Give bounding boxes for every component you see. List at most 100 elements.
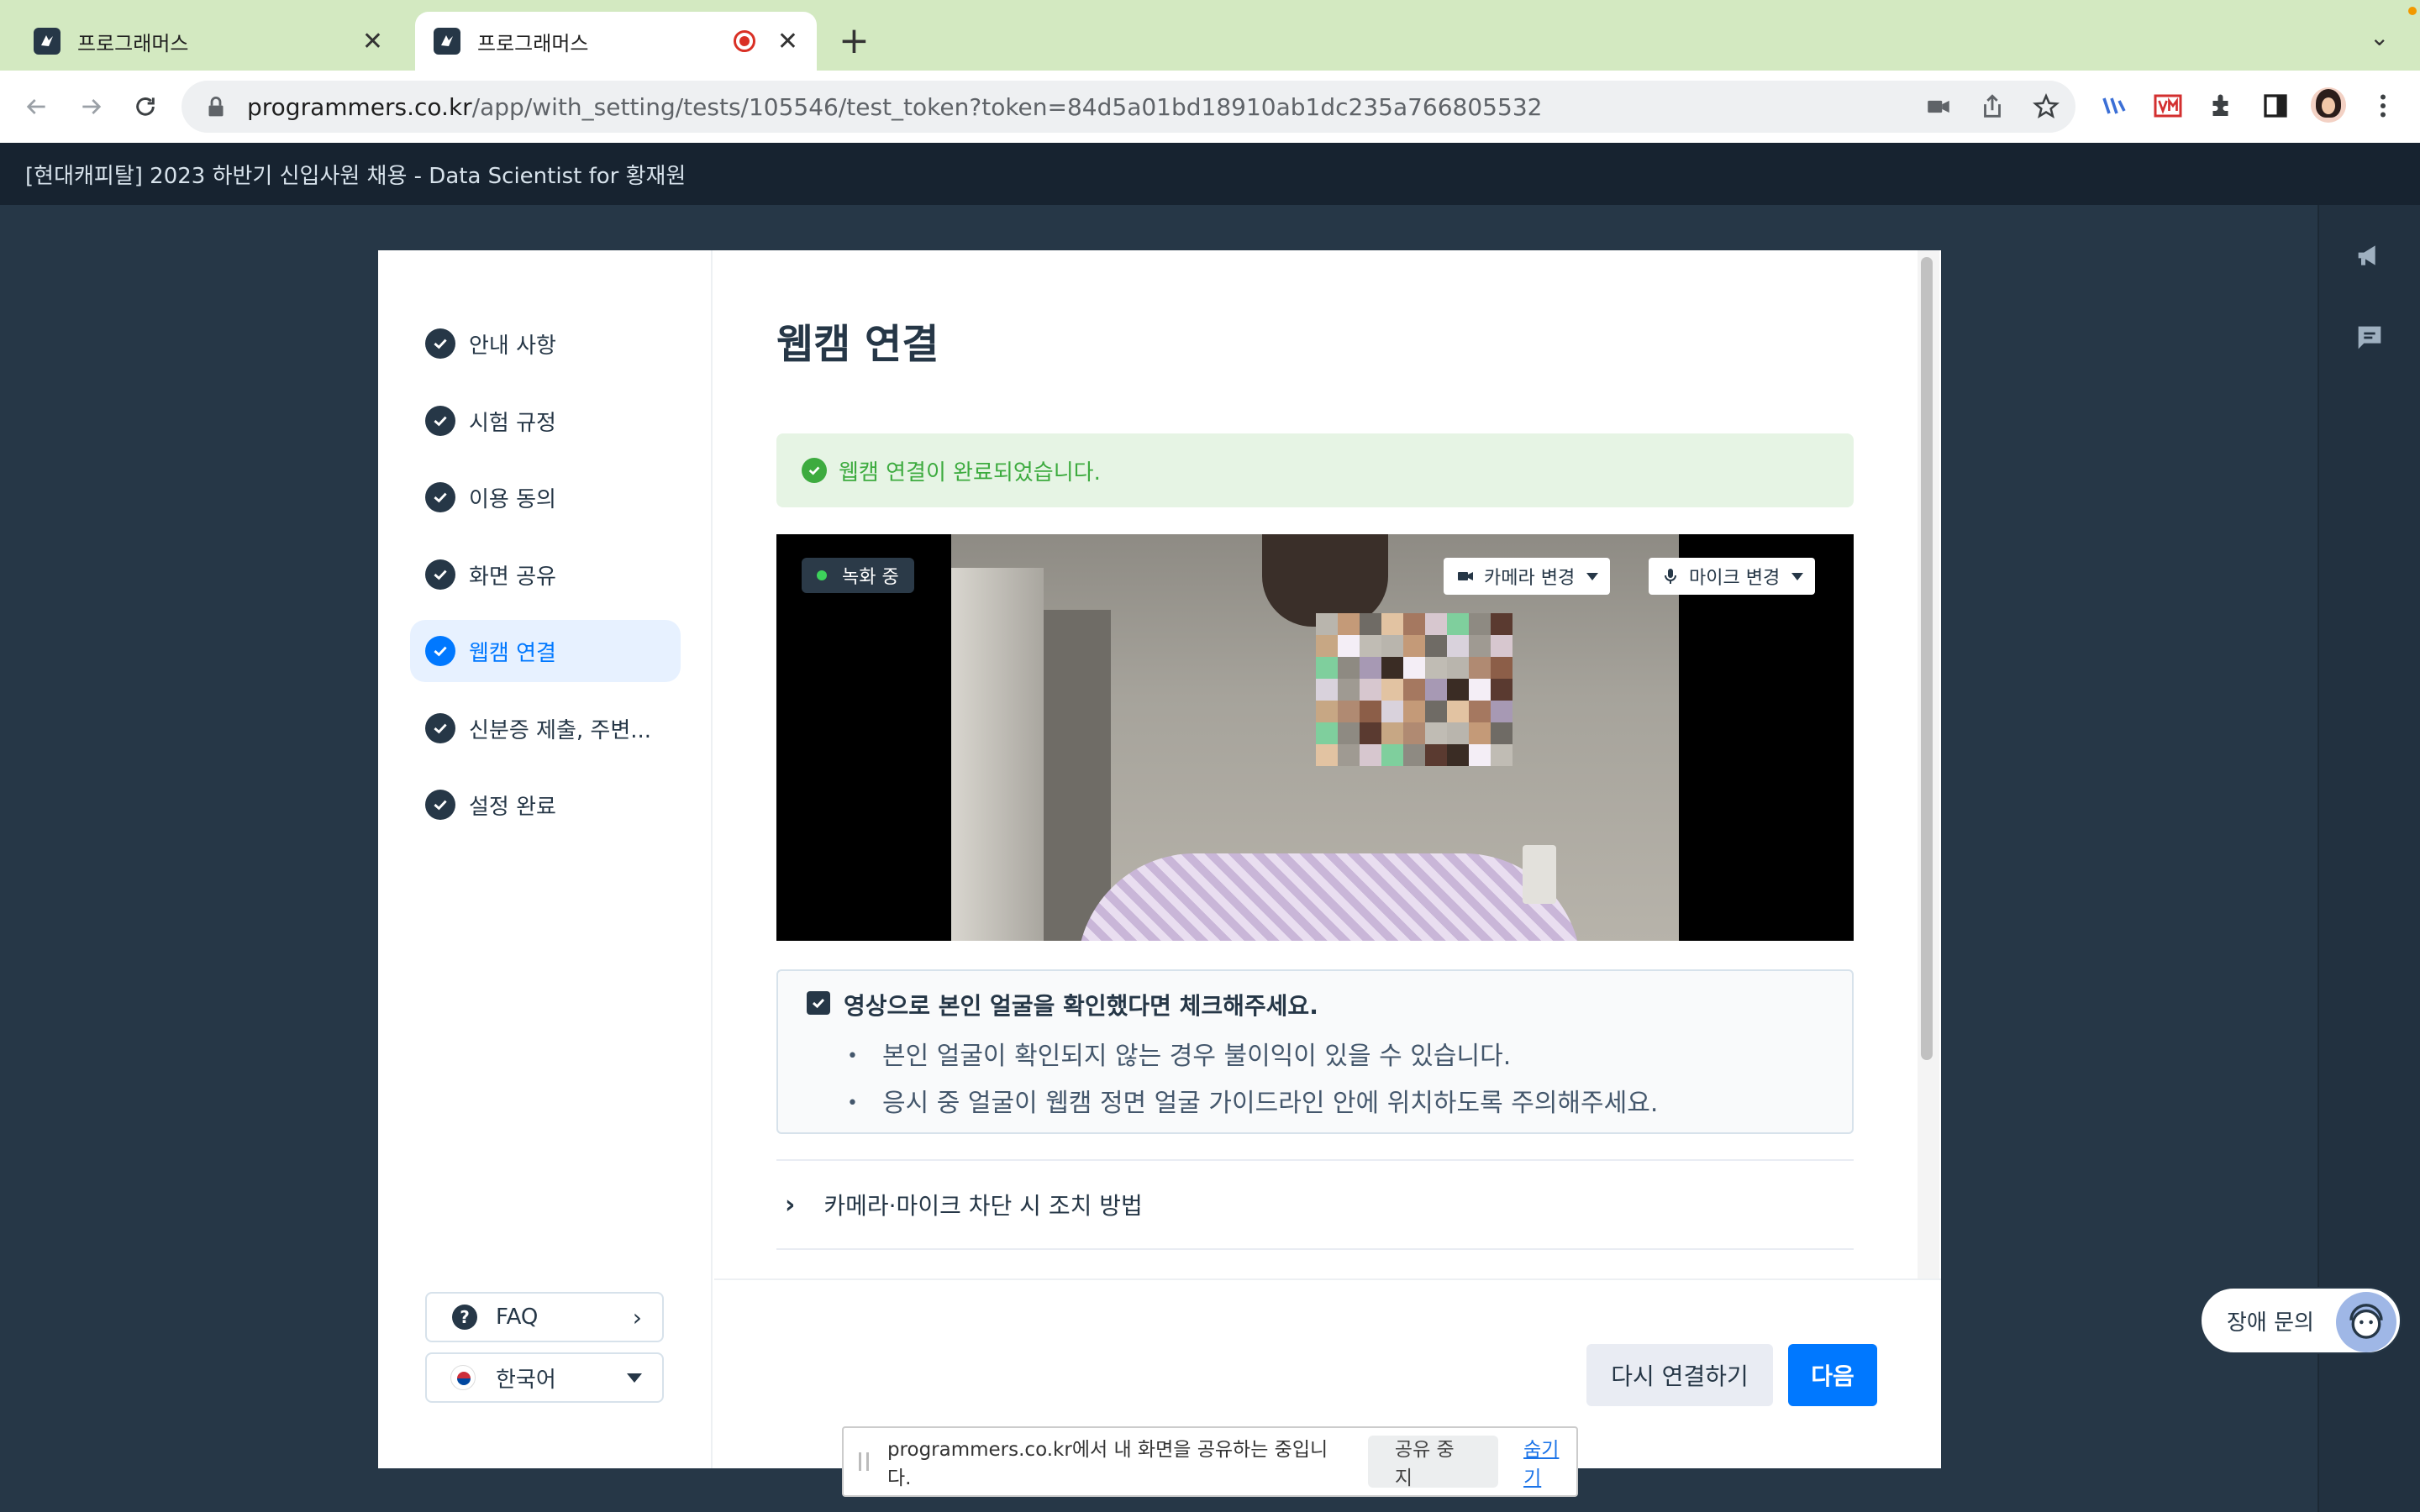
mosaic-cell: [1469, 635, 1491, 657]
reload-button[interactable]: [126, 87, 165, 126]
mosaic-cell: [1469, 613, 1491, 635]
mosaic-cell: [1316, 657, 1338, 679]
step-label: 시험 규정: [469, 410, 556, 436]
mic-change-label: 마이크 변경: [1689, 568, 1781, 589]
mosaic-cell: [1403, 744, 1425, 766]
bookmark-star-icon[interactable]: [2032, 92, 2060, 121]
mosaic-cell: [1360, 679, 1381, 701]
step-label: 안내 사항: [469, 333, 556, 359]
blocked-device-help-accordion[interactable]: › 카메라·마이크 차단 시 조치 방법: [776, 1159, 1854, 1250]
step-setup-complete[interactable]: 설정 완료: [410, 774, 681, 836]
stop-sharing-button[interactable]: 공유 중지: [1367, 1436, 1499, 1489]
programmers-favicon-icon: [34, 28, 60, 55]
mosaic-cell: [1338, 679, 1360, 701]
update-dot: [2408, 7, 2417, 15]
mosaic-cell: [1447, 657, 1469, 679]
mosaic-cell: [1338, 635, 1360, 657]
reconnect-button[interactable]: 다시 연결하기: [1586, 1344, 1773, 1406]
check-circle-icon: [425, 482, 455, 512]
side-panel-icon[interactable]: [2259, 89, 2292, 123]
camera-in-use-icon[interactable]: [1924, 92, 1953, 121]
step-screen-share[interactable]: 화면 공유: [410, 543, 681, 606]
extensions-puzzle-icon[interactable]: [2205, 89, 2238, 123]
check-circle-icon: [425, 559, 455, 590]
mosaic-cell: [1403, 635, 1425, 657]
close-tab-icon[interactable]: ✕: [362, 27, 383, 56]
lock-icon[interactable]: [202, 92, 230, 121]
forward-button[interactable]: [72, 87, 111, 126]
camera-change-button[interactable]: 카메라 변경: [1444, 558, 1611, 595]
address-bar[interactable]: programmers.co.kr/app/with_setting/tests…: [182, 81, 2075, 133]
mosaic-cell: [1425, 613, 1447, 635]
mic-change-button[interactable]: 마이크 변경: [1649, 558, 1816, 595]
step-label: 신분증 제출, 주변...: [469, 717, 652, 743]
url-text: programmers.co.kr/app/with_setting/tests…: [247, 93, 1542, 121]
setup-modal: 안내 사항 시험 규정 이용 동의 화면 공유 웹캠 연결 신분증 제출, 주변…: [378, 250, 1941, 1468]
recording-label: 녹화 중: [842, 567, 899, 588]
back-button[interactable]: [17, 87, 55, 126]
announcement-megaphone-icon[interactable]: [2353, 239, 2386, 272]
step-label: 설정 완료: [469, 794, 556, 820]
close-tab-icon[interactable]: ✕: [777, 27, 798, 56]
step-consent[interactable]: 이용 동의: [410, 466, 681, 528]
mosaic-cell: [1425, 657, 1447, 679]
mosaic-cell: [1469, 744, 1491, 766]
content-scrollbar[interactable]: [1921, 257, 1933, 1060]
browser-tab-active[interactable]: 프로그래머스 ✕: [415, 12, 817, 71]
language-select[interactable]: 한국어: [425, 1352, 664, 1403]
mosaic-cell: [1360, 635, 1381, 657]
step-notice[interactable]: 안내 사항: [410, 312, 681, 375]
mosaic-cell: [1469, 701, 1491, 722]
face-confirm-heading: 영상으로 본인 얼굴을 확인했다면 체크해주세요.: [844, 992, 1318, 1020]
support-mascot-icon: [2336, 1292, 2396, 1352]
help-label: 장애 문의: [2227, 1310, 2314, 1336]
mosaic-cell: [1403, 657, 1425, 679]
mosaic-cell: [1491, 744, 1512, 766]
next-button[interactable]: 다음: [1788, 1344, 1877, 1406]
mosaic-cell: [1425, 701, 1447, 722]
browser-tab-strip: 프로그래머스 ✕ 프로그래머스 ✕ + ⌄: [0, 0, 2420, 71]
chevron-right-icon: ›: [632, 1303, 642, 1331]
browser-tab[interactable]: 프로그래머스 ✕: [15, 12, 402, 71]
mosaic-cell: [1403, 722, 1425, 744]
back-arrow-icon: [26, 99, 45, 114]
face-confirm-checkbox[interactable]: [807, 991, 830, 1015]
faq-button[interactable]: ? FAQ ›: [425, 1292, 664, 1342]
mosaic-cell: [1338, 657, 1360, 679]
mosaic-cell: [1491, 679, 1512, 701]
mosaic-cell: [1403, 701, 1425, 722]
mosaic-cell: [1381, 744, 1403, 766]
mosaic-cell: [1491, 635, 1512, 657]
tab-title: 프로그래머스: [477, 31, 589, 55]
mosaic-cell: [1360, 613, 1381, 635]
step-id-submit[interactable]: 신분증 제출, 주변...: [410, 697, 681, 759]
check-circle-icon: [425, 713, 455, 743]
help-chat-button[interactable]: 장애 문의: [2200, 1287, 2402, 1354]
vm-extension-icon[interactable]: [2151, 89, 2185, 123]
mosaic-cell: [1316, 635, 1338, 657]
list-item: 본인 얼굴이 확인되지 않는 경우 불이익이 있을 수 있습니다.: [847, 1033, 1658, 1080]
question-circle-icon: ?: [452, 1305, 477, 1330]
chat-message-icon[interactable]: [2353, 321, 2386, 354]
mosaic-cell: [1316, 744, 1338, 766]
share-icon[interactable]: [1978, 92, 2007, 121]
browser-menu-icon[interactable]: [2366, 89, 2400, 123]
share-message: programmers.co.kr에서 내 화면을 공유하는 중입니다.: [886, 1439, 1328, 1489]
step-webcam[interactable]: 웹캠 연결: [410, 620, 681, 682]
profile-avatar[interactable]: [2311, 87, 2346, 123]
mosaic-cell: [1338, 722, 1360, 744]
hide-share-bar-link[interactable]: 숨기기: [1523, 1433, 1576, 1490]
recording-dot-icon: [817, 570, 827, 580]
step-exam-rules[interactable]: 시험 규정: [410, 390, 681, 452]
tab-search-chevron-icon[interactable]: ⌄: [2370, 24, 2389, 51]
extension-icon[interactable]: [2097, 89, 2131, 123]
drag-handle-icon[interactable]: [859, 1452, 869, 1471]
new-tab-button[interactable]: +: [839, 20, 870, 62]
mosaic-cell: [1316, 679, 1338, 701]
tab-title: 프로그래머스: [77, 31, 189, 55]
mosaic-cell: [1360, 744, 1381, 766]
mosaic-cell: [1447, 613, 1469, 635]
mosaic-cell: [1447, 679, 1469, 701]
check-circle-icon: [425, 636, 455, 666]
mosaic-cell: [1403, 613, 1425, 635]
